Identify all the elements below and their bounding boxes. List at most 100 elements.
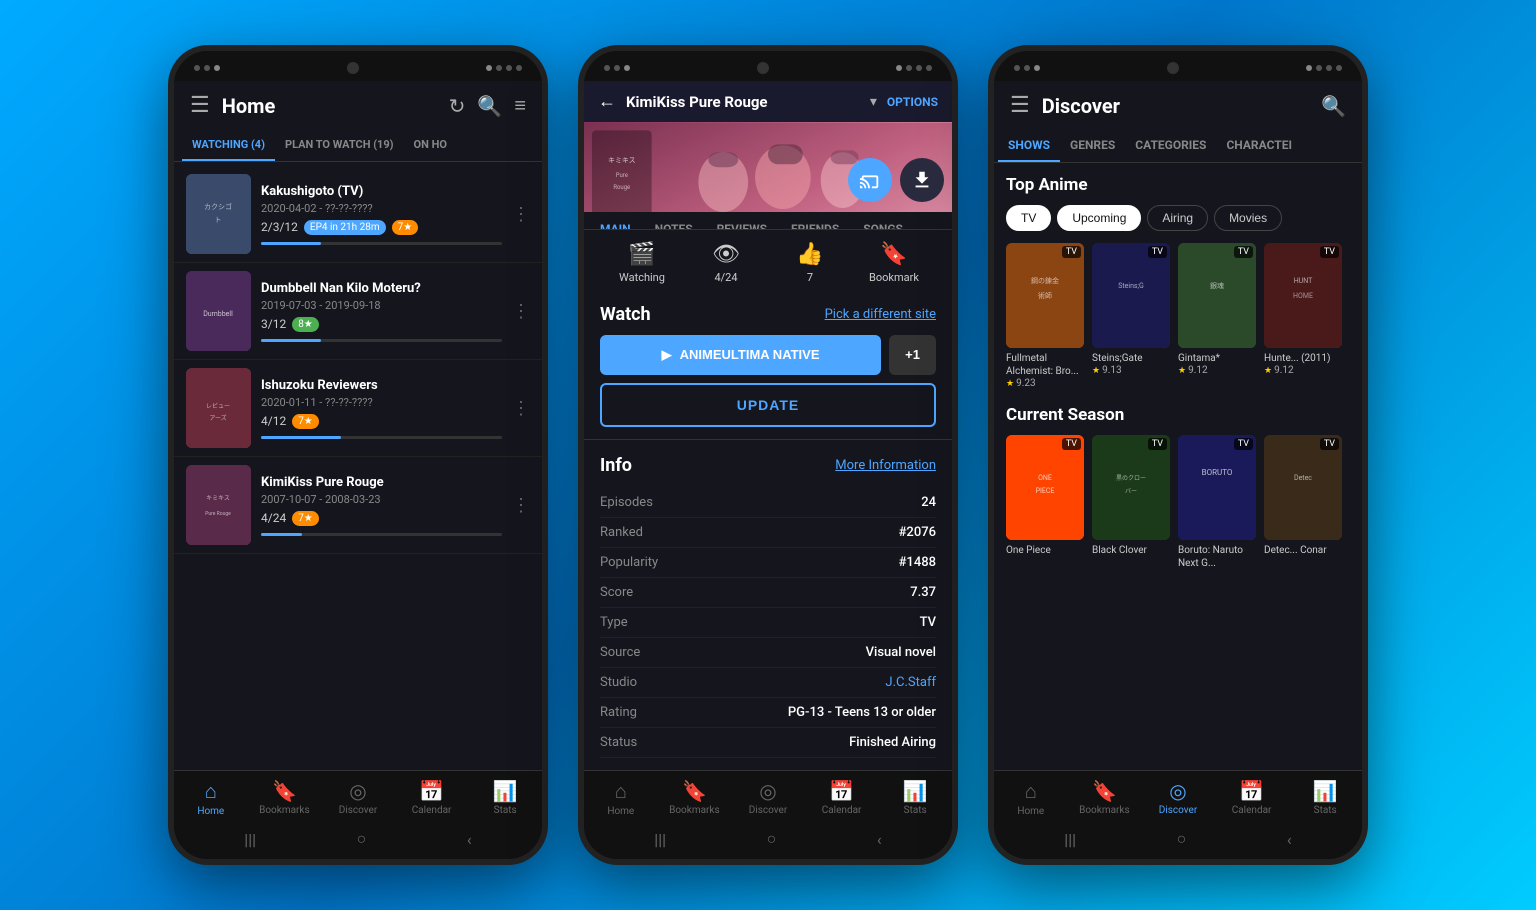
nav-bookmarks[interactable]: 🔖 Bookmarks — [1068, 779, 1142, 817]
anime-card-boruto[interactable]: BORUTO TV Boruto: Naruto Next G... — [1178, 435, 1256, 570]
watch-section: Watch Pick a different site ▶ ANIMEULTIM… — [584, 292, 952, 435]
bookmark-label: Bookmark — [869, 271, 919, 284]
nav-discover[interactable]: ◎ Discover — [1141, 779, 1215, 817]
svg-text:Pure Rouge: Pure Rouge — [205, 511, 231, 517]
anime-card-fma[interactable]: 鋼の錬金 術師 TV Fullmetal Alchemist: Bro... ★… — [1006, 243, 1084, 389]
tab-characters[interactable]: CHARACTEI — [1216, 130, 1302, 162]
tab-genres[interactable]: GENRES — [1060, 130, 1125, 162]
bookmark-action[interactable]: 🔖 Bookmark — [852, 242, 936, 284]
tab-plan-to-watch[interactable]: PLAN TO WATCH (19) — [275, 130, 404, 161]
watch-more-button[interactable]: +1 — [889, 335, 936, 375]
watching-action[interactable]: 🎬 Watching — [600, 242, 684, 284]
anime-title: KimiKiss Pure Rouge — [261, 475, 502, 490]
anime-card-bc[interactable]: 黒のクロー バー TV Black Clover — [1092, 435, 1170, 570]
info-row-score: Score 7.37 — [600, 578, 936, 608]
score-badge: 7★ — [292, 511, 319, 526]
anime-info: KimiKiss Pure Rouge 2007-10-07 - 2008-03… — [261, 475, 502, 536]
ep-badge: EP4 in 21h 28m — [304, 220, 386, 235]
card-title: Black Clover — [1092, 544, 1170, 557]
home-title: Home — [222, 94, 437, 118]
filter-icon[interactable]: ≡ — [514, 93, 526, 118]
list-item[interactable]: Dumbbell Dumbbell Nan Kilo Moteru? 2019-… — [174, 263, 542, 360]
nav-home[interactable]: ⌂ Home — [994, 779, 1068, 817]
anime-card-conan[interactable]: Detec TV Detec... Conar — [1264, 435, 1342, 570]
item-menu-icon[interactable]: ⋮ — [512, 204, 530, 225]
filter-movies[interactable]: Movies — [1214, 205, 1282, 231]
status-bar-detail — [584, 51, 952, 81]
nav-bookmarks[interactable]: 🔖 Bookmarks — [248, 779, 322, 817]
nav-discover[interactable]: ◎ Discover — [731, 779, 805, 817]
cast-button[interactable] — [848, 158, 892, 202]
anime-card-gintama[interactable]: 銀魂 TV Gintama* ★9.12 — [1178, 243, 1256, 389]
item-menu-icon[interactable]: ⋮ — [512, 301, 530, 322]
thumbs-up-icon: 👍 — [796, 242, 823, 267]
svg-text:HOME: HOME — [1293, 292, 1313, 300]
nav-calendar[interactable]: 📅 Calendar — [805, 779, 879, 817]
progress-row: 4/12 7★ — [261, 414, 502, 429]
list-item[interactable]: キミキス Pure Rouge KimiKiss Pure Rouge 2007… — [174, 457, 542, 554]
anime-thumbnail: カクシゴ ト — [186, 174, 251, 254]
progress-row: 4/24 7★ — [261, 511, 502, 526]
search-icon[interactable]: 🔍 — [1321, 94, 1346, 118]
more-info-link[interactable]: More Information — [835, 458, 936, 473]
likes-action[interactable]: 👍 7 — [768, 242, 852, 284]
tab-watching[interactable]: WATCHING (4) — [182, 130, 275, 161]
filter-upcoming[interactable]: Upcoming — [1057, 205, 1141, 231]
card-title: Detec... Conar — [1264, 544, 1342, 557]
filter-airing[interactable]: Airing — [1147, 205, 1208, 231]
detail-header: ← KimiKiss Pure Rouge ▾ OPTIONS — [584, 81, 952, 122]
tab-notes[interactable]: NOTES — [643, 212, 705, 229]
studio-value[interactable]: J.C.Staff — [885, 675, 936, 690]
back-button[interactable]: ← — [598, 91, 616, 112]
anime-list: カクシゴ ト Kakushigoto (TV) 2020-04-02 - ??-… — [174, 162, 542, 770]
discover-header: ☰ Discover 🔍 — [994, 81, 1362, 130]
list-item[interactable]: カクシゴ ト Kakushigoto (TV) 2020-04-02 - ??-… — [174, 166, 542, 263]
nav-calendar[interactable]: 📅 Calendar — [395, 779, 469, 817]
anime-card-op[interactable]: ONE PIECE TV One Piece — [1006, 435, 1084, 570]
nav-home[interactable]: ⌂ Home — [174, 779, 248, 817]
anime-card-hunter[interactable]: HUNT HOME TV Hunte... (2011) ★9.12 — [1264, 243, 1342, 389]
tab-main[interactable]: MAIN — [588, 212, 643, 229]
tab-categories[interactable]: CATEGORIES — [1125, 130, 1216, 162]
progress-action[interactable]: 👁 4/24 — [684, 242, 768, 284]
menu-icon[interactable]: ☰ — [190, 93, 210, 118]
nav-home[interactable]: ⌂ Home — [584, 779, 658, 817]
svg-text:アーズ: アーズ — [209, 414, 226, 422]
nav-stats[interactable]: 📊 Stats — [468, 779, 542, 817]
refresh-icon[interactable]: ↻ — [449, 94, 466, 118]
menu-icon[interactable]: ☰ — [1010, 93, 1030, 118]
anime-card-steins[interactable]: Steins;G TV Steins;Gate ★9.13 — [1092, 243, 1170, 389]
svg-text:キミキス: キミキス — [206, 495, 230, 502]
list-item[interactable]: レビュー アーズ Ishuzoku Reviewers 2020-01-11 -… — [174, 360, 542, 457]
watch-primary-button[interactable]: ▶ ANIMEULTIMA NATIVE — [600, 335, 881, 375]
nav-discover[interactable]: ◎ Discover — [321, 779, 395, 817]
home-icon: ⌂ — [1025, 779, 1037, 804]
nav-bookmarks[interactable]: 🔖 Bookmarks — [658, 779, 732, 817]
nav-stats[interactable]: 📊 Stats — [1288, 779, 1362, 817]
anime-card-thumb: Steins;G TV — [1092, 243, 1170, 348]
tab-reviews[interactable]: REVIEWS — [705, 212, 779, 229]
search-icon[interactable]: 🔍 — [477, 94, 502, 118]
gesture-center: ○ — [1177, 829, 1187, 849]
nav-bookmarks-label: Bookmarks — [1079, 805, 1130, 816]
pick-site-link[interactable]: Pick a different site — [825, 307, 936, 322]
calendar-icon: 📅 — [1239, 779, 1264, 803]
item-menu-icon[interactable]: ⋮ — [512, 398, 530, 419]
anime-card-thumb: HUNT HOME TV — [1264, 243, 1342, 348]
options-button[interactable]: OPTIONS — [887, 95, 938, 109]
card-title: One Piece — [1006, 544, 1084, 557]
ranked-label: Ranked — [600, 525, 643, 540]
item-menu-icon[interactable]: ⋮ — [512, 495, 530, 516]
download-button[interactable] — [900, 158, 944, 202]
tab-on-hold[interactable]: ON HO — [404, 130, 457, 161]
bookmark-icon: 🔖 — [880, 242, 907, 267]
tab-songs[interactable]: SONGS — [851, 212, 915, 229]
nav-calendar[interactable]: 📅 Calendar — [1215, 779, 1289, 817]
filter-tv[interactable]: TV — [1006, 205, 1051, 231]
detail-screen: ← KimiKiss Pure Rouge ▾ OPTIONS — [584, 81, 952, 821]
nav-stats[interactable]: 📊 Stats — [878, 779, 952, 817]
tab-friends[interactable]: FRIENDS — [779, 212, 851, 229]
update-button[interactable]: UPDATE — [600, 383, 936, 427]
tab-shows[interactable]: SHOWS — [998, 130, 1060, 162]
dropdown-icon[interactable]: ▾ — [870, 94, 877, 110]
